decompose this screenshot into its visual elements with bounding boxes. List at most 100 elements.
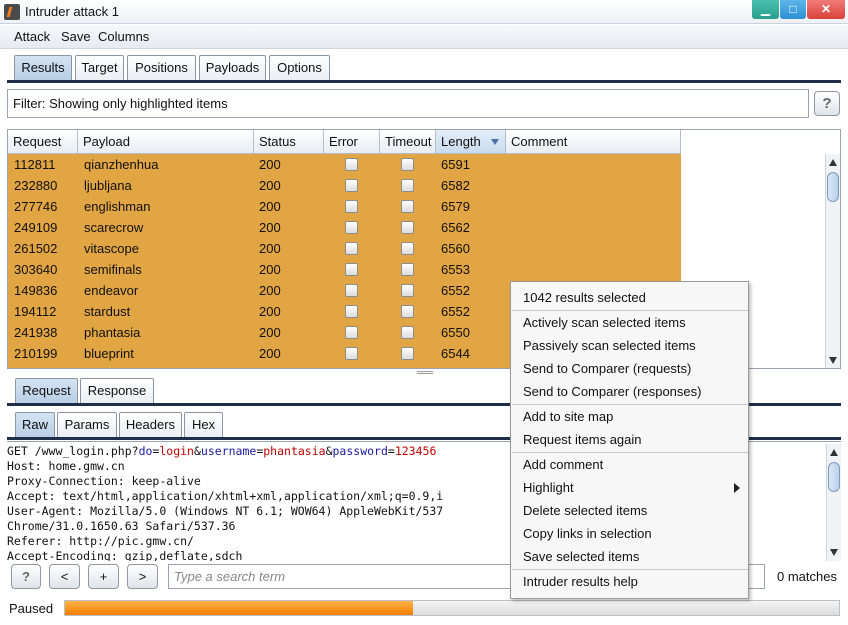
tab-request[interactable]: Request [15,378,78,404]
request-header-line: Chrome/31.0.1650.63 Safari/537.36 [7,519,236,533]
request-header-line: Referer: http://pic.gmw.cn/ [7,534,194,548]
ctx-add-site-map[interactable]: Add to site map [523,409,613,424]
cell-length: 6582 [441,178,470,193]
scroll-thumb[interactable] [827,172,839,202]
cell-length: 6579 [441,199,470,214]
scroll-down-icon[interactable] [829,357,837,364]
table-row[interactable]: 261502 vitascope 200 6560 [8,238,681,259]
tab-target[interactable]: Target [75,55,124,81]
tab-payloads[interactable]: Payloads [199,55,266,81]
table-row[interactable]: 277746 englishman 200 6579 [8,196,681,217]
ctx-selection-count: 1042 results selected [523,290,646,305]
cell-status: 200 [259,304,281,319]
pane-splitter[interactable] [417,371,433,374]
search-prev-button[interactable]: < [49,564,80,589]
timeout-checkbox [401,263,414,276]
cell-status: 200 [259,262,281,277]
request-header-line: User-Agent: Mozilla/5.0 (Windows NT 6.1;… [7,504,444,518]
ctx-separator [512,569,748,570]
timeout-checkbox [401,221,414,234]
cell-status: 200 [259,220,281,235]
search-help-button[interactable]: ? [11,564,41,589]
cell-request: 112811 [14,157,56,172]
sort-desc-icon [491,139,499,145]
scroll-down-icon[interactable] [830,549,838,556]
tab-options[interactable]: Options [269,55,330,81]
ctx-send-comparer-requests[interactable]: Send to Comparer (requests) [523,361,691,376]
col-request[interactable]: Request [8,130,78,154]
scroll-thumb[interactable] [828,462,840,492]
cell-length: 6544 [441,346,470,361]
col-comment[interactable]: Comment [506,130,681,154]
ctx-save-selected[interactable]: Save selected items [523,549,639,564]
scroll-up-icon[interactable] [829,159,837,166]
scroll-up-icon[interactable] [830,449,838,456]
ctx-highlight[interactable]: Highlight [523,480,574,495]
error-checkbox [345,158,358,171]
search-options-box[interactable] [748,564,765,589]
menu-columns[interactable]: Columns [98,29,149,44]
table-row[interactable]: 232880 ljubljana 200 6582 [8,175,681,196]
table-row[interactable]: 303640 semifinals 200 6553 [8,259,681,280]
minimize-button[interactable]: ▁ [752,0,779,19]
cell-payload: vitascope [84,241,139,256]
timeout-checkbox [401,158,414,171]
tab-headers[interactable]: Headers [119,412,182,438]
error-checkbox [345,347,358,360]
tab-params[interactable]: Params [57,412,117,438]
col-timeout[interactable]: Timeout [380,130,436,154]
cell-length: 6550 [441,325,470,340]
request-header-line: Accept: text/html,application/xhtml+xml,… [7,489,444,503]
error-checkbox [345,305,358,318]
tab-results[interactable]: Results [14,55,72,81]
search-next-button[interactable]: > [127,564,158,589]
cell-request: 277746 [14,199,58,214]
request-scrollbar[interactable] [826,444,841,561]
error-checkbox [345,263,358,276]
request-header-line: Proxy-Connection: keep-alive [7,474,201,488]
window-title: Intruder attack 1 [25,4,119,19]
burp-logo-icon [4,4,20,20]
col-payload[interactable]: Payload [78,130,254,154]
tab-raw[interactable]: Raw [15,412,55,438]
cell-payload: semifinals [84,262,142,277]
col-length[interactable]: Length [436,130,506,154]
menu-save[interactable]: Save [61,29,91,44]
ctx-actively-scan[interactable]: Actively scan selected items [523,315,686,330]
timeout-checkbox [401,242,414,255]
menu-attack[interactable]: Attack [14,29,50,44]
ctx-send-comparer-responses[interactable]: Send to Comparer (responses) [523,384,701,399]
filter-bar[interactable]: Filter: Showing only highlighted items [7,89,809,118]
ctx-request-again[interactable]: Request items again [523,432,642,447]
search-add-button[interactable]: + [88,564,119,589]
table-row[interactable]: 112811 qianzhenhua 200 6591 [8,154,681,175]
ctx-separator [512,310,748,311]
cell-request: 249109 [14,220,58,235]
ctx-add-comment[interactable]: Add comment [523,457,603,472]
timeout-checkbox [401,326,414,339]
tab-positions[interactable]: Positions [127,55,196,81]
col-error[interactable]: Error [324,130,380,154]
search-input[interactable] [168,564,512,589]
table-row[interactable]: 249109 scarecrow 200 6562 [8,217,681,238]
ctx-delete-selected[interactable]: Delete selected items [523,503,647,518]
tab-hex[interactable]: Hex [184,412,223,438]
ctx-copy-links[interactable]: Copy links in selection [523,526,652,541]
timeout-checkbox [401,179,414,192]
minimize-icon: ▁ [760,2,771,16]
close-button[interactable]: ✕ [807,0,845,19]
table-scrollbar[interactable] [825,154,840,368]
maximize-button[interactable]: □ [780,0,806,19]
error-checkbox [345,284,358,297]
cell-payload: englishman [84,199,151,214]
ctx-passively-scan[interactable]: Passively scan selected items [523,338,696,353]
ctx-intruder-help[interactable]: Intruder results help [523,574,638,589]
col-status[interactable]: Status [254,130,324,154]
filter-help-button[interactable]: ? [814,91,840,116]
tab-response[interactable]: Response [80,378,154,404]
cell-payload: endeavor [84,283,139,298]
maximize-icon: □ [789,2,797,16]
cell-length: 6562 [441,220,470,235]
error-checkbox [345,179,358,192]
title-bar: Intruder attack 1 ▁ □ ✕ [0,0,848,24]
